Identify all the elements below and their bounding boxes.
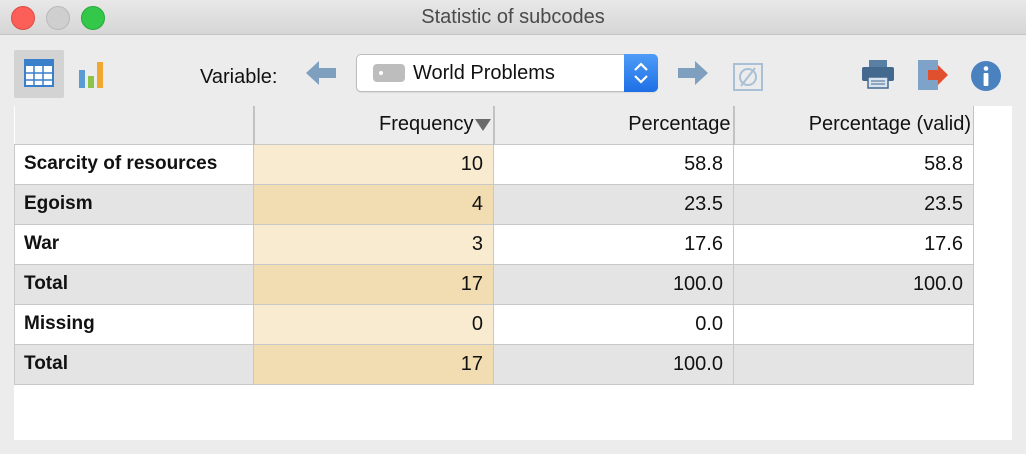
variable-select[interactable]: World Problems bbox=[356, 54, 658, 92]
sort-descending-icon bbox=[474, 118, 491, 131]
title-bar: Statistic of subcodes bbox=[0, 0, 1026, 35]
table-header-row: Frequency Percentage Percentage (valid) bbox=[14, 106, 974, 144]
table-row[interactable]: Egoism 4 23.5 23.5 bbox=[14, 183, 974, 225]
info-icon bbox=[971, 61, 1001, 91]
frequency-cell: 17 bbox=[253, 263, 494, 305]
percentage-cell: 0.0 bbox=[493, 303, 734, 345]
table-view-icon bbox=[24, 59, 54, 87]
table-row[interactable]: War 3 17.6 17.6 bbox=[14, 223, 974, 265]
percentage-valid-cell: 58.8 bbox=[733, 143, 974, 185]
table-row[interactable]: Total 17 100.0 bbox=[14, 343, 974, 385]
arrow-left-icon bbox=[306, 61, 336, 85]
select-stepper[interactable] bbox=[624, 54, 658, 92]
percentage-valid-cell: 17.6 bbox=[733, 223, 974, 265]
select-stepper-icon bbox=[634, 62, 648, 84]
percentage-cell: 100.0 bbox=[493, 343, 734, 385]
table-row[interactable]: Scarcity of resources 10 58.8 58.8 bbox=[14, 143, 974, 185]
column-header-label: Percentage (valid) bbox=[808, 113, 971, 136]
row-label: Missing bbox=[14, 303, 254, 345]
next-variable-button[interactable] bbox=[676, 60, 710, 86]
export-button[interactable] bbox=[914, 58, 950, 92]
column-header-frequency[interactable]: Frequency bbox=[252, 106, 494, 144]
frequency-cell: 0 bbox=[253, 303, 494, 345]
statistics-table-area: Frequency Percentage Percentage (valid) … bbox=[14, 106, 1012, 440]
window-title: Statistic of subcodes bbox=[421, 6, 605, 28]
frequency-cell: 10 bbox=[253, 143, 494, 185]
arrow-right-icon bbox=[678, 61, 708, 85]
selected-variable: World Problems bbox=[413, 62, 555, 84]
percentage-cell: 100.0 bbox=[493, 263, 734, 305]
toolbar: Variable: World Problems bbox=[0, 34, 1026, 106]
chart-view-button[interactable] bbox=[74, 56, 110, 92]
previous-variable-button[interactable] bbox=[304, 60, 338, 86]
percentage-valid-cell: 100.0 bbox=[733, 263, 974, 305]
column-header-label: Frequency bbox=[379, 113, 474, 136]
table-row[interactable]: Total 17 100.0 100.0 bbox=[14, 263, 974, 305]
tag-icon bbox=[373, 64, 405, 82]
column-header-percentage-valid[interactable]: Percentage (valid) bbox=[732, 106, 974, 144]
variable-label: Variable: bbox=[200, 66, 278, 88]
row-label: War bbox=[14, 223, 254, 265]
frequency-cell: 3 bbox=[253, 223, 494, 265]
percentage-valid-cell: 23.5 bbox=[733, 183, 974, 225]
info-button[interactable] bbox=[970, 60, 1002, 92]
clear-filter-button[interactable] bbox=[732, 62, 764, 92]
table-row[interactable]: Missing 0 0.0 bbox=[14, 303, 974, 345]
percentage-valid-cell bbox=[733, 343, 974, 385]
table-view-button[interactable] bbox=[14, 50, 64, 98]
percentage-valid-cell bbox=[733, 303, 974, 345]
percentage-cell: 58.8 bbox=[493, 143, 734, 185]
clear-filter-icon bbox=[733, 63, 763, 91]
row-label: Total bbox=[14, 263, 254, 305]
row-label: Total bbox=[14, 343, 254, 385]
column-header-percentage[interactable]: Percentage bbox=[492, 106, 734, 144]
row-label: Egoism bbox=[14, 183, 254, 225]
percentage-cell: 17.6 bbox=[493, 223, 734, 265]
frequency-cell: 17 bbox=[253, 343, 494, 385]
print-button[interactable] bbox=[860, 58, 896, 90]
row-label: Scarcity of resources bbox=[14, 143, 254, 185]
header-corner bbox=[14, 106, 254, 144]
printer-icon bbox=[862, 60, 894, 89]
export-icon bbox=[918, 60, 948, 90]
column-header-label: Percentage bbox=[628, 113, 731, 136]
frequency-cell: 4 bbox=[253, 183, 494, 225]
bar-chart-icon bbox=[79, 62, 103, 88]
percentage-cell: 23.5 bbox=[493, 183, 734, 225]
statistics-table: Frequency Percentage Percentage (valid) … bbox=[14, 106, 974, 385]
